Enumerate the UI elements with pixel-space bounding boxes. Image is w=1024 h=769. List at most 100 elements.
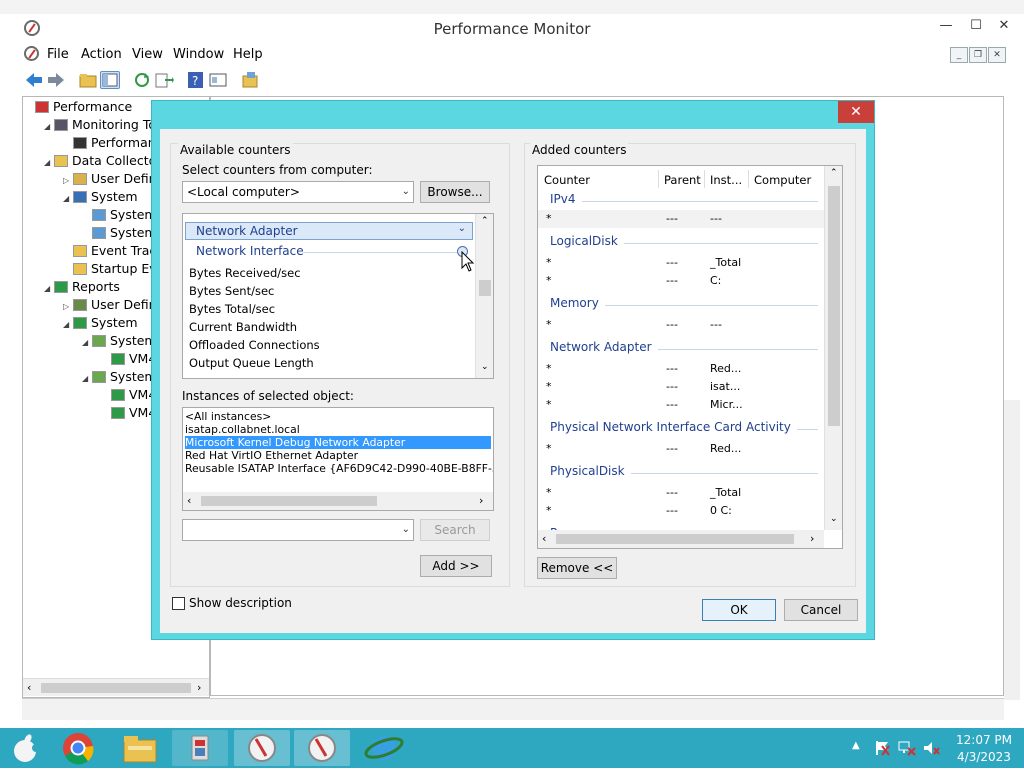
counter-scroll-thumb[interactable] [479,280,491,296]
added-object-header[interactable]: Memory [538,296,824,314]
scroll-down-icon[interactable]: ⌄ [481,362,489,372]
menu-action[interactable]: Action [81,47,122,62]
scroll-right-icon[interactable]: › [479,494,483,507]
added-object-header[interactable]: Physical Network Interface Card Activity [538,420,824,438]
scroll-right-icon[interactable]: › [197,681,201,694]
app-taskbar-button[interactable] [172,730,228,766]
instances-hscroll[interactable]: ‹ › [183,492,493,510]
chrome-taskbar-button[interactable] [52,730,108,766]
clock-date[interactable]: 4/3/2023 [954,750,1014,764]
computer-combobox[interactable]: <Local computer> ⌄ [182,181,414,203]
search-combobox[interactable]: ⌄ [182,519,414,541]
forward-arrow-icon[interactable] [46,71,66,89]
added-counter-row[interactable]: * --- --- [538,210,824,228]
up-folder-icon[interactable] [78,71,98,89]
tree-item[interactable]: ◢ System [63,188,138,206]
added-object-header[interactable]: PhysicalDisk [538,464,824,482]
collapse-chevron-icon[interactable]: ⌄ [458,223,466,234]
menu-file[interactable]: File [47,47,69,62]
browse-button[interactable]: Browse... [420,181,490,203]
counter-item[interactable]: Output Queue Length [189,354,314,372]
file-explorer-taskbar-button[interactable] [112,730,168,766]
scroll-left-icon[interactable]: ‹ [27,681,31,694]
scroll-left-icon[interactable]: ‹ [187,494,191,507]
category-network-adapter[interactable]: Network Adapter ⌄ [185,222,473,240]
counter-item[interactable]: Current Bandwidth [189,318,297,336]
perfmon-taskbar-button-2[interactable] [294,730,350,766]
expand-caret-icon[interactable]: ◢ [44,280,54,298]
apple-start-icon[interactable] [8,732,42,764]
counter-list[interactable]: Network Adapter ⌄ Network Interface Byte… [182,213,494,379]
added-counter-row[interactable]: * --- C: [538,272,824,290]
tree-scroll-thumb[interactable] [41,683,191,693]
volume-muted-icon[interactable] [922,740,940,756]
clock-time[interactable]: 12:07 PM [954,733,1014,747]
expand-caret-icon[interactable]: ◢ [82,334,92,352]
expand-caret-icon[interactable]: ◢ [82,370,92,388]
close-icon[interactable]: ✕ [990,16,1018,36]
mdi-minimize-icon[interactable]: _ [950,47,968,63]
added-counter-row[interactable]: * --- Red... [538,360,824,378]
cancel-button[interactable]: Cancel [784,599,858,621]
search-button[interactable]: Search [420,519,490,541]
maximize-icon[interactable]: ☐ [962,16,990,36]
counter-list-vscroll[interactable]: ⌃ ⌄ [475,214,493,378]
menu-help[interactable]: Help [233,47,263,62]
refresh-icon[interactable] [132,71,152,89]
column-instance[interactable]: Inst... [710,173,742,187]
expand-caret-icon[interactable]: ◢ [63,190,73,208]
ok-button[interactable]: OK [702,599,776,621]
added-hscroll-thumb[interactable] [556,534,794,544]
added-list-vscroll[interactable]: ⌃ ⌄ [824,166,842,530]
menu-view[interactable]: View [132,47,163,62]
document-icon[interactable] [24,46,39,61]
added-counter-row[interactable]: * --- Red... [538,440,824,458]
added-scroll-thumb[interactable] [828,186,840,426]
show-hidden-icons[interactable]: ▲ [852,740,860,751]
instances-scroll-thumb[interactable] [201,496,377,506]
category-network-interface[interactable]: Network Interface [196,244,304,258]
tree-item[interactable]: ◢ System [63,314,138,332]
scroll-left-icon[interactable]: ‹ [542,532,546,545]
help-icon[interactable]: ? [186,71,206,89]
minimize-icon[interactable]: — [932,16,960,36]
column-computer[interactable]: Computer [754,173,811,187]
scroll-right-icon[interactable]: › [810,532,814,545]
network-app-taskbar-button[interactable] [356,730,412,766]
mdi-restore-icon[interactable]: ❐ [969,47,987,63]
expand-caret-icon[interactable]: ◢ [44,154,54,172]
action-center-flag-icon[interactable] [874,740,890,756]
added-counter-row[interactable]: * --- --- [538,316,824,334]
instance-item[interactable]: isatap.collabnet.local [185,423,300,436]
show-description-checkbox[interactable] [172,597,185,610]
instance-item[interactable]: Reusable ISATAP Interface {AF6D9C42-D990… [185,462,493,475]
counter-item[interactable]: Bytes Sent/sec [189,282,274,300]
counter-item[interactable]: Offloaded Connections [189,336,320,354]
column-counter[interactable]: Counter [544,173,590,187]
instance-item[interactable]: <All instances> [185,410,271,423]
tree-item[interactable]: ◢ Reports [44,278,120,296]
expand-caret-icon[interactable]: ◢ [44,118,54,136]
mdi-close-icon[interactable]: ✕ [988,47,1006,63]
instance-item[interactable]: Red Hat VirtIO Ethernet Adapter [185,449,358,462]
dialog-close-icon[interactable]: ✕ [838,101,874,123]
network-status-icon[interactable] [898,740,916,756]
added-list-hscroll[interactable]: ‹ › [538,530,824,548]
instances-list[interactable]: <All instances> isatap.collabnet.local Mic… [182,407,494,511]
added-counter-row[interactable]: * --- _Total [538,484,824,502]
counter-item[interactable]: Bytes Total/sec [189,300,275,318]
added-counter-row[interactable]: * --- Micr... [538,396,824,414]
added-object-header[interactable]: LogicalDisk [538,234,824,252]
remove-button[interactable]: Remove << [537,557,617,579]
scroll-down-icon[interactable]: ⌄ [830,514,838,524]
back-arrow-icon[interactable] [24,71,44,89]
added-counter-row[interactable]: * --- 0 C: [538,502,824,520]
instance-item-selected[interactable]: Microsoft Kernel Debug Network Adapter [185,436,491,449]
perfmon-taskbar-button[interactable] [234,730,290,766]
added-counters-list[interactable]: Counter Parent Inst... Computer IPv4 * ---… [537,165,843,549]
show-hide-tree-icon[interactable] [100,71,120,89]
tree-item[interactable]: ◢ Monitoring Too [44,116,164,134]
tree-item[interactable]: Performance [25,98,132,116]
menu-window[interactable]: Window [173,47,224,62]
added-counter-row[interactable]: * --- isat... [538,378,824,396]
